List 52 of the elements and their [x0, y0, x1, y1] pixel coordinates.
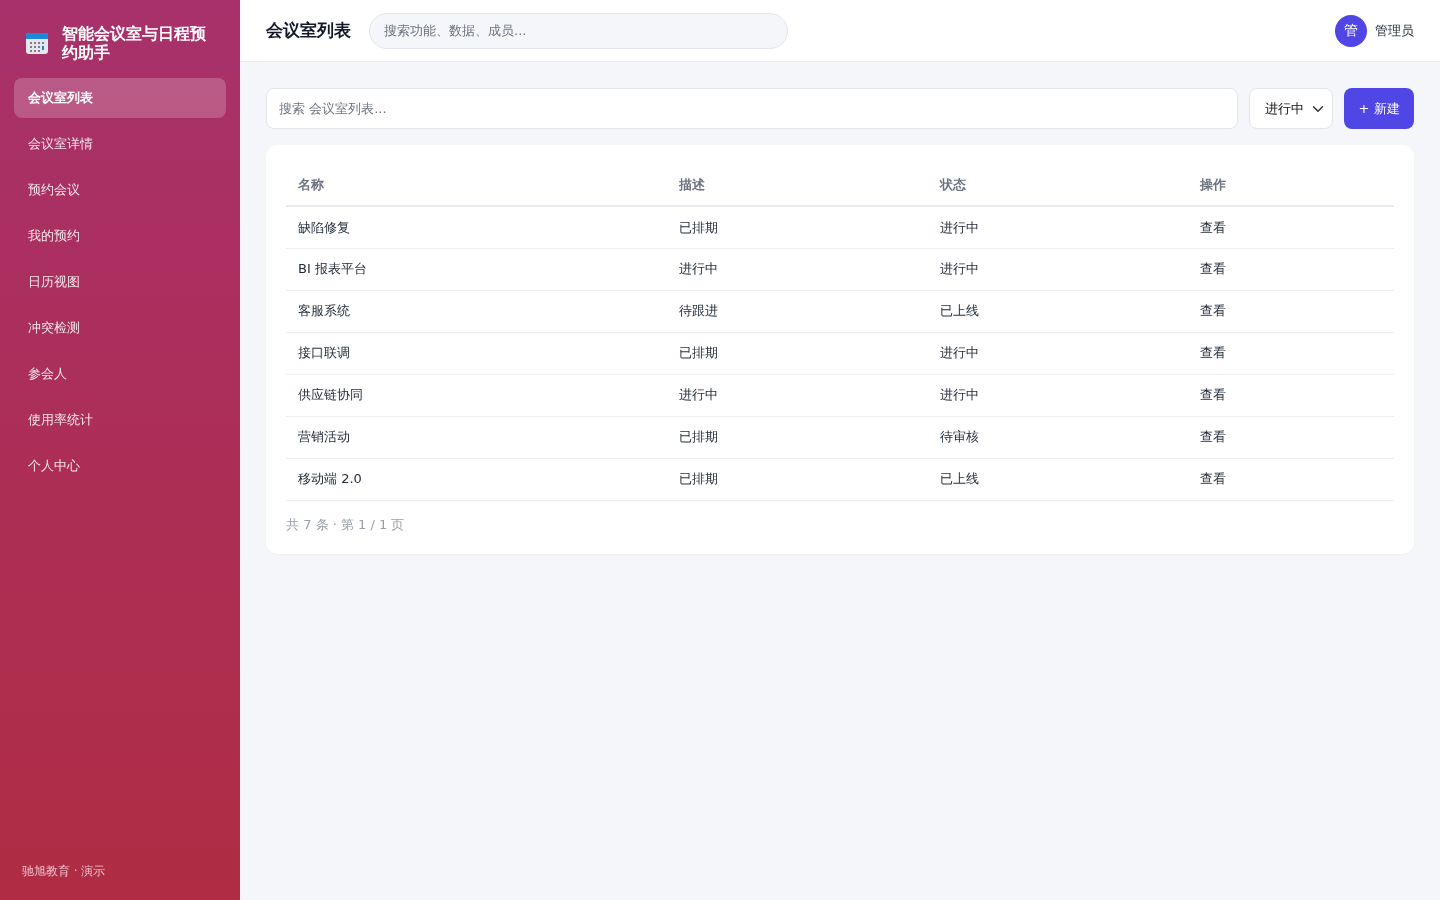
view-link[interactable]: 查看 [1199, 303, 1226, 319]
table-cell: 营销活动 [286, 416, 668, 458]
page-title: 会议室列表 [266, 20, 351, 41]
search-field[interactable]: 搜索功能、数据、成员... [369, 12, 788, 49]
sidebar-item[interactable]: 使用率统计 [14, 400, 226, 441]
avatar[interactable]: 管 [1335, 14, 1367, 47]
footer-text: 驰旭教育 · 演示 [21, 863, 107, 880]
view-link[interactable]: 查看 [1199, 345, 1226, 361]
table-cell: 接口联调 [286, 332, 668, 374]
app-title: 智能会议室与日程预约助手 [62, 24, 207, 63]
status-dropdown[interactable]: 进行中 [1249, 88, 1333, 129]
search-field[interactable]: 搜索 会议室列表... [266, 88, 1238, 129]
pagination-text: 共 7 条 · 第 1 / 1 页 [286, 515, 406, 534]
view-link[interactable]: 查看 [1199, 219, 1226, 235]
view-link[interactable]: 查看 [1199, 261, 1226, 277]
table-cell: 已上线 [927, 458, 1188, 500]
view-link[interactable]: 查看 [1199, 429, 1226, 445]
sidebar-item[interactable]: 我的预约 [14, 216, 226, 257]
table-cell: 客服系统 [286, 290, 668, 332]
table-cell: 进行中 [927, 248, 1188, 290]
view-link[interactable]: 查看 [1199, 471, 1226, 487]
table-cell: BI 报表平台 [286, 248, 668, 290]
sidebar-item[interactable]: 预约会议 [14, 170, 226, 211]
sidebar-item[interactable]: 冲突检测 [14, 308, 226, 349]
table-cell: 进行中 [667, 374, 928, 416]
table-cell: 供应链协同 [286, 374, 668, 416]
sidebar-item[interactable]: 会议室详情 [14, 124, 226, 165]
table-cell: 进行中 [927, 206, 1188, 248]
sidebar-item[interactable]: 会议室列表 [14, 78, 226, 119]
new-button[interactable]: + 新建 [1344, 88, 1414, 129]
table-cell: 待跟进 [667, 290, 928, 332]
table-cell: 已上线 [927, 290, 1188, 332]
calendar-icon [26, 32, 48, 55]
view-link[interactable]: 查看 [1199, 387, 1226, 403]
sidebar-item[interactable]: 日历视图 [14, 262, 226, 303]
column-header: 描述 [667, 165, 928, 206]
sidebar-item[interactable]: 参会人 [14, 354, 226, 395]
table-cell: 进行中 [927, 332, 1188, 374]
table-cell: 已排期 [667, 206, 928, 248]
table-cell: 已排期 [667, 416, 928, 458]
table-cell: 已排期 [667, 458, 928, 500]
table-cell: 移动端 2.0 [286, 458, 668, 500]
column-header: 名称 [286, 165, 668, 206]
column-header: 操作 [1187, 165, 1394, 206]
table-cell: 待审核 [927, 416, 1188, 458]
user-name: 管理员 [1375, 21, 1414, 40]
table-cell: 已排期 [667, 332, 928, 374]
column-header: 状态 [927, 165, 1188, 206]
table-cell: 进行中 [927, 374, 1188, 416]
sidebar-item[interactable]: 个人中心 [14, 446, 226, 487]
table-cell: 缺陷修复 [286, 206, 668, 248]
table-cell: 进行中 [667, 248, 928, 290]
